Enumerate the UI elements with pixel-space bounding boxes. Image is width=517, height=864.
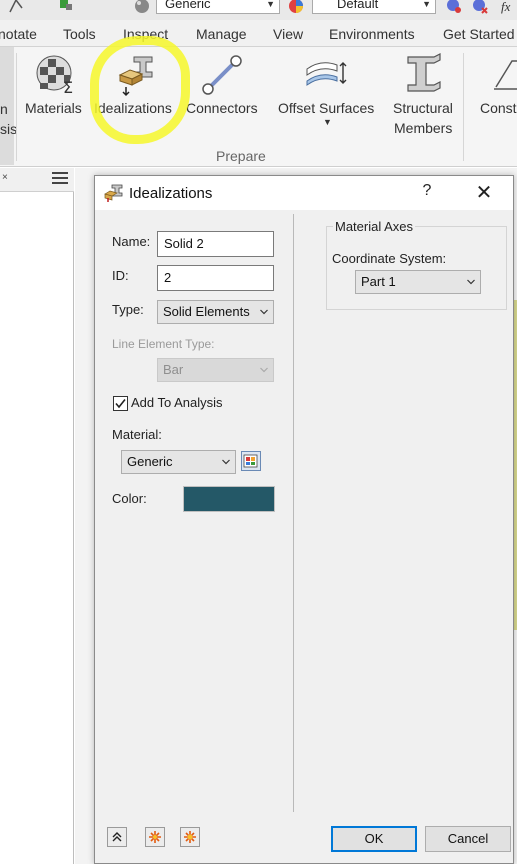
- material-sphere-icon[interactable]: [134, 0, 150, 14]
- material-select-value: Generic: [127, 454, 173, 469]
- checkmark-icon: [115, 399, 126, 409]
- adjust-icon[interactable]: [472, 0, 488, 14]
- idealizations-icon: [104, 184, 123, 202]
- connectors-icon: [202, 55, 242, 95]
- tab-tools[interactable]: Tools: [63, 26, 96, 42]
- tab-inspect[interactable]: Inspect: [123, 26, 168, 42]
- line-element-type-select: Bar: [157, 358, 274, 382]
- line-element-type-value: Bar: [163, 362, 184, 377]
- ribbon-cut-label: sis: [0, 121, 18, 137]
- coordinate-system-label: Coordinate System:: [332, 251, 447, 266]
- materials-icon: Σ: [36, 55, 73, 95]
- idealizations-label: Idealizations: [94, 100, 172, 116]
- tab-view[interactable]: View: [273, 26, 303, 42]
- type-label: Type:: [112, 302, 144, 317]
- idealizations-icon: [118, 56, 153, 97]
- color-label: Color:: [112, 491, 147, 506]
- appearance-combo[interactable]: Default ▼: [312, 0, 436, 14]
- chevron-down-icon: [222, 459, 230, 465]
- dialog-column-divider: [293, 214, 294, 812]
- ribbon-cut-label: n: [0, 101, 8, 117]
- ribbon-separator: [463, 53, 464, 161]
- structural-members-label-2: Members: [394, 120, 453, 136]
- asterisk-button-2[interactable]: [180, 827, 200, 847]
- ribbon-group-label-prepare: Prepare: [216, 148, 266, 164]
- offset-surfaces-label: Offset Surfaces: [278, 100, 375, 116]
- type-select-value: Solid Elements: [163, 304, 250, 319]
- ribbon-tabs: notate Tools Inspect Manage View Environ…: [0, 20, 517, 47]
- ribbon-panel: n sis Σ Materials Idealizations Connecto…: [0, 47, 517, 167]
- asterisk-icon: [184, 831, 196, 843]
- browser-header: ×: [0, 168, 74, 192]
- chevron-down-icon: ▼: [422, 0, 431, 9]
- tab-annotate[interactable]: notate: [0, 26, 37, 42]
- chevron-down-icon: [260, 309, 268, 315]
- chevron-down-icon: [467, 279, 475, 285]
- line-element-type-label: Line Element Type:: [112, 337, 215, 351]
- id-input[interactable]: 2: [157, 265, 274, 291]
- material-combo-value: Generic: [165, 0, 211, 11]
- clear-appearance-icon[interactable]: [446, 0, 462, 14]
- color-wheel-icon[interactable]: [288, 0, 304, 14]
- appearance-combo-value: Default: [337, 0, 379, 11]
- structural-members-label-1: Structural: [393, 100, 453, 116]
- model-browser: ×: [0, 168, 74, 864]
- chevron-down-icon: ▼: [266, 0, 275, 9]
- material-label: Material:: [112, 427, 162, 442]
- tab-get-started[interactable]: Get Started: [443, 26, 515, 42]
- coordinate-system-value: Part 1: [361, 274, 396, 289]
- dialog-title: Idealizations: [129, 185, 213, 202]
- quick-access-toolbar: Generic ▼ Default ▼ fx: [0, 0, 517, 20]
- constraints-label: Const: [480, 100, 517, 116]
- asterisk-icon: [149, 831, 161, 843]
- ok-button[interactable]: OK: [331, 826, 417, 852]
- tab-environments[interactable]: Environments: [329, 26, 415, 42]
- shape-icon[interactable]: [58, 0, 74, 14]
- material-axes-title: Material Axes: [333, 219, 416, 234]
- add-to-analysis-label: Add To Analysis: [131, 395, 223, 410]
- material-browser-button[interactable]: [241, 451, 261, 471]
- collapse-button[interactable]: [107, 827, 127, 847]
- svg-text:Σ: Σ: [63, 78, 73, 95]
- sketch-icon[interactable]: [8, 0, 24, 14]
- structural-members-icon: [407, 53, 441, 92]
- color-swatch[interactable]: [183, 486, 275, 512]
- connectors-label: Connectors: [186, 100, 258, 116]
- dialog-titlebar[interactable]: Idealizations ? ✕: [95, 176, 513, 210]
- name-input[interactable]: Solid 2: [157, 231, 274, 257]
- name-label: Name:: [112, 234, 151, 249]
- constraints-icon: [494, 60, 517, 90]
- material-browser-icon: [243, 454, 258, 468]
- chevron-up-double-icon: [112, 832, 122, 842]
- svg-text:fx: fx: [501, 0, 511, 14]
- chevron-down-icon: [260, 367, 268, 373]
- id-label: ID:: [112, 268, 129, 283]
- tab-manage[interactable]: Manage: [196, 26, 247, 42]
- idealizations-dialog: Idealizations ? ✕ Name: Solid 2 ID: 2 Ty…: [94, 175, 514, 864]
- cancel-button[interactable]: Cancel: [425, 826, 511, 852]
- materials-label: Materials: [25, 100, 82, 116]
- add-to-analysis-checkbox[interactable]: [113, 396, 128, 411]
- ribbon-separator: [16, 53, 17, 161]
- hamburger-menu-icon[interactable]: [52, 172, 68, 186]
- dropdown-arrow-icon: ▼: [323, 117, 332, 127]
- help-button[interactable]: ?: [417, 182, 437, 204]
- coordinate-system-select[interactable]: Part 1: [355, 270, 481, 294]
- asterisk-button-1[interactable]: [145, 827, 165, 847]
- type-select[interactable]: Solid Elements: [157, 300, 274, 324]
- offset-surfaces-icon: [306, 62, 347, 86]
- material-axes-group: [326, 226, 507, 310]
- material-select[interactable]: Generic: [121, 450, 236, 474]
- material-combo[interactable]: Generic ▼: [156, 0, 280, 14]
- fx-icon[interactable]: fx: [500, 0, 516, 14]
- close-button[interactable]: ✕: [469, 180, 499, 206]
- close-panel-icon[interactable]: ×: [2, 172, 8, 183]
